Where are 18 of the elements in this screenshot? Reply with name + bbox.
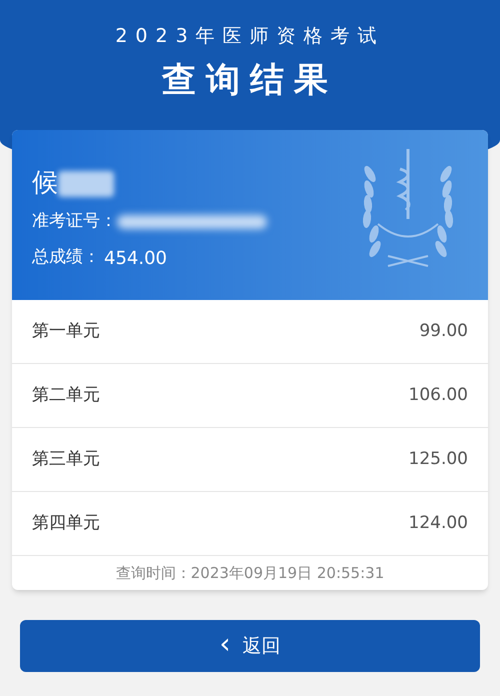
total-score: 454.00 — [104, 246, 167, 270]
unit-score: 125.00 — [408, 448, 468, 471]
unit-score: 124.00 — [408, 512, 468, 535]
page-title: 查询结果 — [162, 58, 338, 102]
candidate-name: 候 — [32, 167, 58, 200]
total-score-label: 总成绩： — [32, 246, 100, 270]
unit-name: 第一单元 — [32, 320, 100, 343]
unit-name: 第四单元 — [32, 512, 100, 535]
query-time: 查询时间：2023年09月19日 20:55:31 — [114, 562, 386, 584]
exam-subtitle: 2023年医师资格考试 — [115, 24, 385, 49]
unit-score: 106.00 — [408, 384, 468, 407]
unit-score: 99.00 — [419, 320, 468, 343]
admission-number-label: 准考证号： — [32, 210, 117, 233]
unit-name: 第三单元 — [32, 448, 100, 471]
back-button[interactable]: ‹ 返回 — [20, 620, 480, 672]
unit-name: 第二单元 — [32, 384, 100, 407]
redaction-blur — [58, 170, 114, 196]
chevron-left-icon: ‹ — [219, 630, 231, 658]
